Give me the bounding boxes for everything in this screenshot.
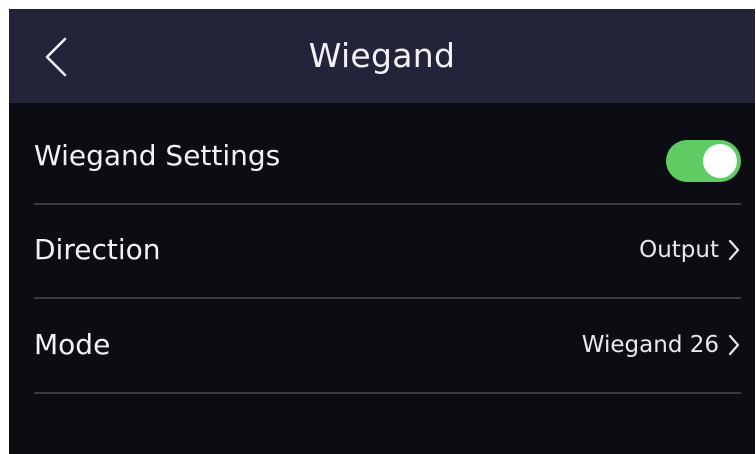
wiegand-settings-row: Wiegand Settings <box>34 109 741 205</box>
wiegand-screen: Wiegand Wiegand Settings Direction Outpu… <box>9 9 755 454</box>
chevron-right-icon <box>727 238 741 262</box>
direction-row[interactable]: Direction Output <box>34 203 741 299</box>
mode-value-group: Wiegand 26 <box>582 328 741 362</box>
page-title: Wiegand <box>308 36 456 75</box>
direction-value: Output <box>639 237 719 263</box>
header-bar: Wiegand <box>9 9 755 103</box>
toggle-knob <box>703 144 737 178</box>
direction-label: Direction <box>34 233 161 266</box>
chevron-right-icon <box>727 333 741 357</box>
mode-label: Mode <box>34 328 111 361</box>
wiegand-settings-toggle[interactable] <box>666 140 741 182</box>
mode-row[interactable]: Mode Wiegand 26 <box>34 298 741 394</box>
mode-value: Wiegand 26 <box>581 332 719 358</box>
direction-value-group: Output <box>639 233 741 267</box>
wiegand-settings-label: Wiegand Settings <box>34 139 281 172</box>
